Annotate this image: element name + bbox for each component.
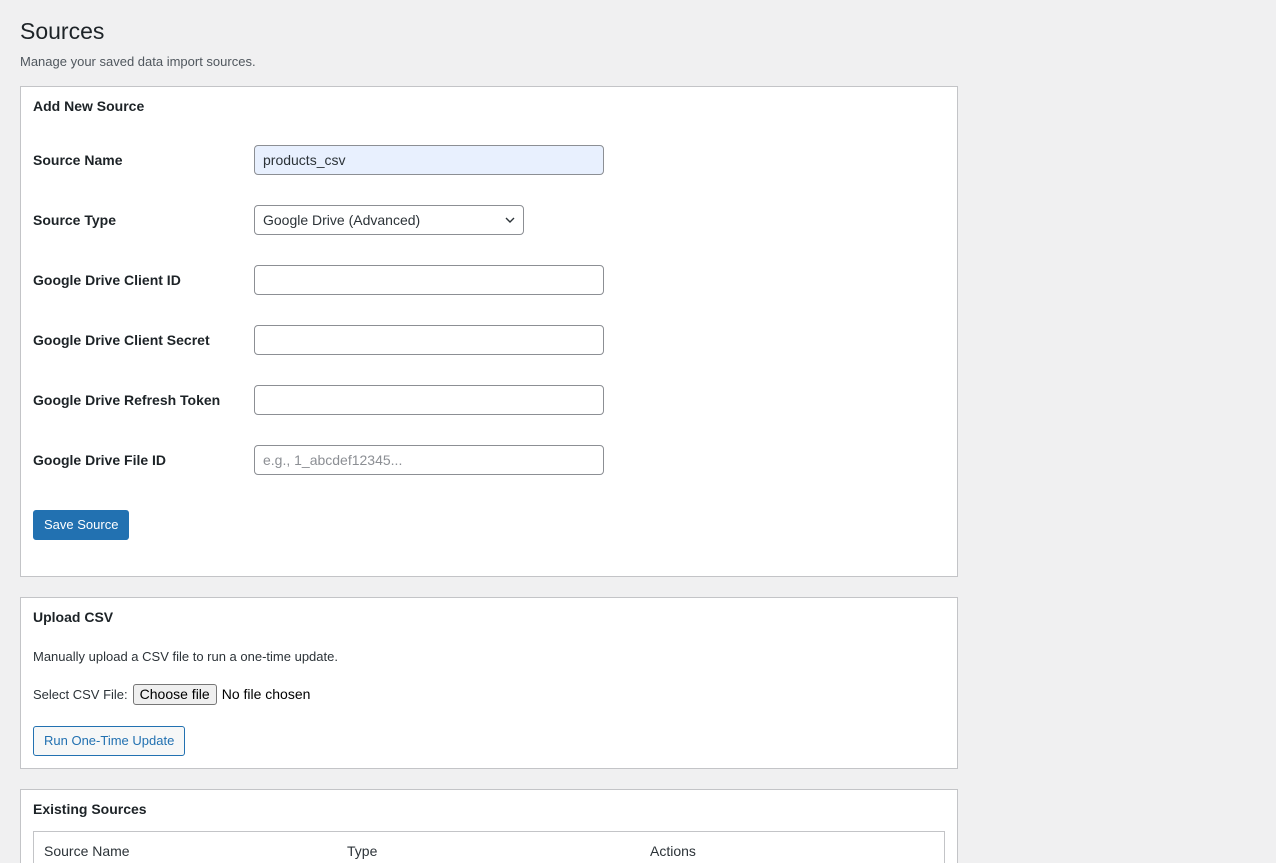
client-secret-label: Google Drive Client Secret <box>33 332 210 348</box>
add-source-card: Add New Source Source Name Source Type G… <box>20 86 958 577</box>
refresh-token-label: Google Drive Refresh Token <box>33 392 221 408</box>
file-id-label: Google Drive File ID <box>33 452 167 468</box>
source-type-label: Source Type <box>33 212 116 228</box>
run-update-button[interactable]: Run One-Time Update <box>33 726 186 756</box>
source-type-selected-value: Google Drive (Advanced) <box>263 212 421 228</box>
sources-page: Sources Manage your saved data import so… <box>0 0 1276 863</box>
existing-sources-card: Existing Sources Source Name Type Action… <box>20 789 958 863</box>
file-status: No file chosen <box>221 686 311 702</box>
column-header-source-name: Source Name <box>44 843 130 859</box>
upload-csv-card: Upload CSV Manually upload a CSV file to… <box>20 597 958 769</box>
client-id-label: Google Drive Client ID <box>33 272 181 288</box>
existing-sources-title: Existing Sources <box>33 801 147 817</box>
refresh-token-input[interactable] <box>254 385 604 415</box>
source-type-select[interactable]: Google Drive (Advanced) <box>254 205 524 235</box>
file-picker-label: Select CSV File: <box>33 686 128 702</box>
choose-file-button[interactable]: Choose file <box>132 683 217 705</box>
file-id-input[interactable] <box>254 445 604 475</box>
column-header-type: Type <box>347 843 378 859</box>
add-source-title: Add New Source <box>33 98 145 114</box>
source-name-label: Source Name <box>33 152 123 168</box>
upload-csv-description: Manually upload a CSV file to run a one-… <box>33 649 338 664</box>
chevron-down-icon <box>505 217 515 223</box>
file-picker-row: Select CSV File: Choose file No file cho… <box>33 683 310 705</box>
page-description: Manage your saved data import sources. <box>20 54 256 69</box>
upload-csv-title: Upload CSV <box>33 609 114 625</box>
save-source-button[interactable]: Save Source <box>33 510 130 540</box>
client-id-input[interactable] <box>254 265 604 295</box>
page-title: Sources <box>20 18 105 44</box>
sources-table: Source Name Type Actions <box>33 831 945 863</box>
client-secret-input[interactable] <box>254 325 604 355</box>
column-header-actions: Actions <box>650 843 696 859</box>
source-name-input[interactable] <box>254 145 604 175</box>
